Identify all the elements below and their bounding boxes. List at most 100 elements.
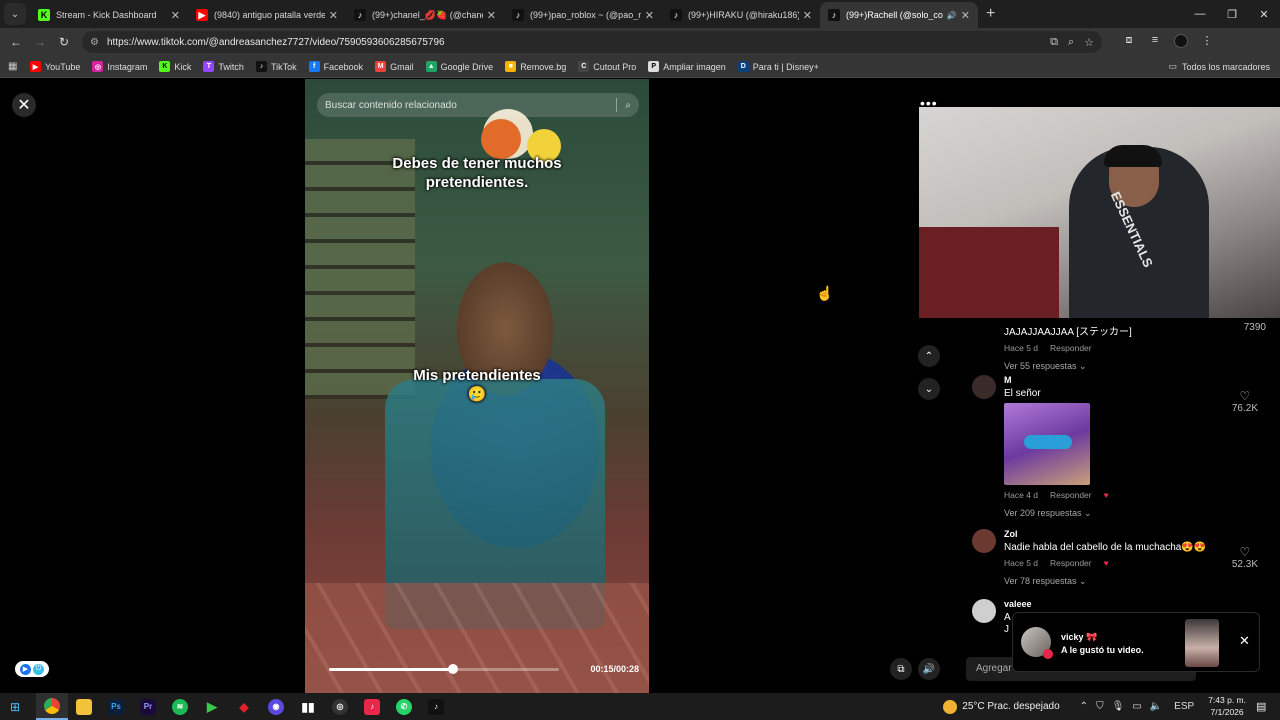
app-purple-icon[interactable]: ◉	[260, 693, 292, 720]
comment-author[interactable]: M	[1004, 375, 1234, 385]
reply-button[interactable]: Responder	[1050, 558, 1092, 568]
reply-button[interactable]: Responder	[1050, 343, 1092, 353]
back-icon[interactable]: ←	[4, 35, 28, 49]
tab-3[interactable]: ♪ (99+)pao_roblox ~ (@pao_rob ✕	[504, 2, 662, 28]
video-progress-bar[interactable]	[329, 664, 559, 674]
profile-avatar[interactable]	[1168, 33, 1194, 51]
tab-close-icon[interactable]: ✕	[645, 9, 654, 22]
tiktok-taskbar-icon[interactable]: ♪	[420, 693, 452, 720]
system-tray: 25°C Prac. despejado ⌃ ⛉ 🎙 ▭ 🔈 ESP 7:43 …	[943, 695, 1280, 717]
obs-icon[interactable]: ◎	[324, 693, 356, 720]
site-info-icon[interactable]: ⚙	[90, 37, 99, 48]
bookmark-item[interactable]: P Ampliar imagen	[648, 61, 726, 72]
bookmark-item[interactable]: ♪ TikTok	[255, 61, 297, 72]
photoshop-icon[interactable]: Ps	[100, 693, 132, 720]
previous-video-button[interactable]: ⌃	[918, 345, 940, 367]
menu-icon[interactable]: ⋮	[1194, 34, 1220, 51]
bookmark-item[interactable]: ◎ Instagram	[92, 61, 147, 72]
weather-widget[interactable]: 25°C Prac. despejado	[943, 699, 1060, 714]
app-green-icon[interactable]: ▶	[196, 693, 228, 720]
url-text[interactable]: https://www.tiktok.com/@andreasanchez772…	[107, 37, 1040, 48]
network-icon[interactable]: ▭	[1132, 701, 1141, 712]
view-replies-button[interactable]: Ver 209 respuestas ⌄	[1004, 508, 1234, 519]
bookmark-item[interactable]: D Para ti | Disney+	[737, 61, 819, 72]
capcut-icon[interactable]: ♪	[356, 693, 388, 720]
view-replies-button[interactable]: Ver 55 respuestas ⌄	[1004, 361, 1234, 372]
tab-close-icon[interactable]: ✕	[487, 9, 496, 22]
extensions-icon[interactable]: ⧈	[1116, 34, 1142, 51]
comment-text: Nadie habla del cabello de la muchacha😍😍	[1004, 542, 1207, 553]
cast-icon[interactable]: ⧉	[1050, 36, 1058, 49]
bookmark-star-icon[interactable]: ☆	[1084, 36, 1094, 49]
heart-icon[interactable]: ♡	[1232, 545, 1258, 559]
tab-0[interactable]: K Stream - Kick Dashboard ✕	[30, 2, 188, 28]
windows-start-icon[interactable]: ⊞	[0, 700, 30, 714]
notifications-icon[interactable]: ▤	[1256, 700, 1274, 713]
bookmark-item[interactable]: ▲ Google Drive	[425, 61, 493, 72]
like-button[interactable]: ♡ 52.3K	[1232, 545, 1258, 570]
tray-app-icon[interactable]: ⛉	[1096, 701, 1104, 712]
search-icon[interactable]: ⌕	[625, 100, 631, 111]
clock[interactable]: 7:43 p. m. 7/1/2026	[1208, 695, 1246, 717]
tab-4[interactable]: ♪ (99+)HIRAKU (@hiraku186) | Ti ✕	[662, 2, 820, 28]
speaker-icon[interactable]: 🔈	[1150, 701, 1162, 712]
toast-close-icon[interactable]: ✕	[1239, 633, 1250, 649]
tab-audio-icon[interactable]: 🔊	[947, 11, 957, 20]
spotify-icon[interactable]: ≋	[164, 693, 196, 720]
media-icon[interactable]: ≡	[1142, 34, 1168, 51]
bookmark-item[interactable]: C Cutout Pro	[578, 61, 636, 72]
tab-close-icon[interactable]: ✕	[961, 9, 970, 22]
like-button[interactable]: ♡ 76.2K	[1232, 389, 1258, 414]
app-red-icon[interactable]: ◆	[228, 693, 260, 720]
picture-in-picture-icon[interactable]: ⧉	[890, 658, 912, 680]
tray-overflow-icon[interactable]: ⌃	[1080, 701, 1088, 712]
microphone-icon[interactable]: 🎙	[1112, 701, 1125, 712]
apps-grid-icon[interactable]: ▦	[8, 61, 20, 72]
avatar[interactable]	[972, 375, 996, 399]
comment-author[interactable]: Zol	[1004, 529, 1234, 539]
bookmark-item[interactable]: ■ Remove.bg	[505, 61, 566, 72]
related-search-input[interactable]: Buscar contenido relacionado ⌕	[317, 93, 639, 117]
tab-close-icon[interactable]: ✕	[171, 9, 180, 22]
close-video-button[interactable]: ✕	[12, 93, 36, 117]
new-tab-button[interactable]: +	[986, 5, 995, 23]
view-replies-button[interactable]: Ver 78 respuestas ⌄	[1004, 576, 1234, 587]
avatar[interactable]	[972, 599, 996, 623]
toast-thumbnail	[1185, 619, 1219, 667]
tab-search-button[interactable]: ⌄	[4, 3, 26, 25]
bookmark-item[interactable]: M Gmail	[375, 61, 414, 72]
whatsapp-icon[interactable]: ✆	[388, 693, 420, 720]
tab-close-icon[interactable]: ✕	[329, 9, 338, 22]
next-video-button[interactable]: ⌄	[918, 378, 940, 400]
omnibox[interactable]: ⚙ https://www.tiktok.com/@andreasanchez7…	[82, 31, 1102, 53]
language-indicator[interactable]: ESP	[1174, 701, 1194, 712]
tab-close-icon[interactable]: ✕	[803, 9, 812, 22]
file-explorer-icon[interactable]	[68, 693, 100, 720]
comment-author[interactable]: valeee	[1004, 599, 1234, 609]
audio-mixer-icon[interactable]: ▮▮	[292, 693, 324, 720]
bookmark-item[interactable]: K Kick	[159, 61, 191, 72]
premiere-icon[interactable]: Pr	[132, 693, 164, 720]
floating-tool-badge[interactable]: ▶ ⏻	[15, 661, 49, 677]
volume-icon[interactable]: 🔊	[918, 658, 940, 680]
tab-1[interactable]: ▶ (9840) antiguo patalla verde - Y ✕	[188, 2, 346, 28]
restore-icon[interactable]: ❐	[1216, 8, 1248, 21]
chrome-taskbar-icon[interactable]	[36, 693, 68, 720]
heart-icon[interactable]: ♡	[1232, 389, 1258, 403]
reply-button[interactable]: Responder	[1050, 490, 1092, 500]
all-bookmarks-button[interactable]: ▭ Todos los marcadores	[1168, 61, 1270, 72]
tab-5[interactable]: ♪ (99+)Rachell (@solo_conte 🔊 ✕	[820, 2, 978, 28]
avatar[interactable]	[972, 529, 996, 553]
close-window-icon[interactable]: ✕	[1248, 8, 1280, 21]
bookmark-item[interactable]: T Twitch	[203, 61, 244, 72]
video-player[interactable]: Buscar contenido relacionado ⌕ Debes de …	[305, 79, 649, 693]
address-bar-row: ← → ↻ ⚙ https://www.tiktok.com/@andreasa…	[0, 28, 1280, 56]
zoom-icon[interactable]: ⌕	[1068, 36, 1074, 49]
reload-icon[interactable]: ↻	[52, 35, 76, 49]
bookmark-item[interactable]: ▶ YouTube	[30, 61, 80, 72]
tab-2[interactable]: ♪ (99+)chanel_💋🍓 (@chanel_2 ✕	[346, 2, 504, 28]
notification-toast[interactable]: vicky 🎀 A le gustó tu video. ✕	[1012, 612, 1260, 672]
forward-icon[interactable]: →	[28, 35, 52, 49]
bookmark-item[interactable]: f Facebook	[308, 61, 363, 72]
minimize-icon[interactable]: —	[1184, 8, 1216, 20]
